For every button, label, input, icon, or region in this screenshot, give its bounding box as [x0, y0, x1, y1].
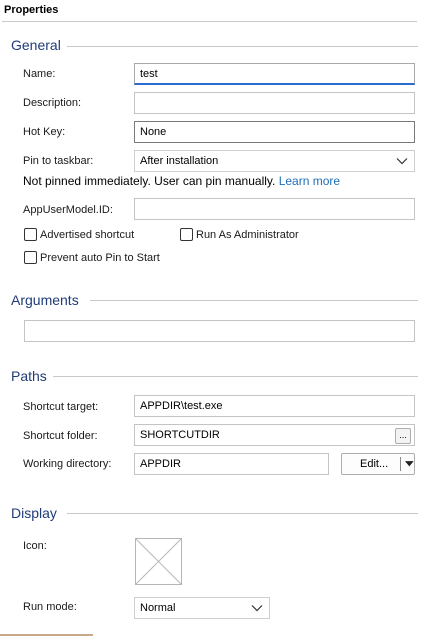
- pin-info-text: Not pinned immediately. User can pin man…: [23, 174, 340, 188]
- shortcut-folder-field[interactable]: SHORTCUTDIR: [134, 424, 415, 446]
- panel-title-divider: [2, 21, 417, 22]
- icon-picker[interactable]: [135, 538, 182, 585]
- hotkey-label: Hot Key:: [23, 126, 66, 138]
- prevent-pin-box[interactable]: [24, 251, 37, 264]
- appusermodel-field[interactable]: [134, 198, 415, 220]
- run-mode-label: Run mode:: [23, 601, 77, 613]
- run-as-admin-box[interactable]: [180, 228, 193, 241]
- section-title-display: Display: [11, 505, 57, 521]
- edit-button-label: Edit...: [360, 458, 389, 470]
- chevron-down-icon: [396, 158, 408, 165]
- edit-button-separator: [400, 457, 402, 471]
- pin-taskbar-label: Pin to taskbar:: [23, 155, 94, 167]
- bottom-divider: [0, 634, 93, 636]
- chevron-down-icon: [251, 605, 263, 612]
- shortcut-target-label: Shortcut target:: [23, 401, 99, 413]
- section-divider-arguments: [90, 300, 418, 301]
- run-mode-value: Normal: [140, 602, 176, 614]
- section-title-paths: Paths: [11, 368, 47, 384]
- section-title-arguments: Arguments: [11, 292, 79, 308]
- empty-image-icon: [135, 538, 182, 585]
- run-mode-dropdown[interactable]: Normal: [134, 597, 270, 619]
- name-label: Name:: [23, 68, 56, 80]
- pin-taskbar-dropdown[interactable]: After installation: [134, 150, 415, 172]
- caret-down-icon[interactable]: [405, 461, 415, 467]
- section-title-general: General: [11, 37, 61, 53]
- edit-dropdown-button[interactable]: Edit...: [341, 453, 415, 475]
- working-directory-field[interactable]: APPDIR: [134, 453, 329, 475]
- icon-label: Icon:: [23, 540, 47, 552]
- arguments-field[interactable]: [24, 320, 415, 342]
- appusermodel-label: AppUserModel.ID:: [23, 204, 113, 216]
- shortcut-folder-value: SHORTCUTDIR: [140, 429, 220, 441]
- run-as-admin-label: Run As Administrator: [196, 228, 299, 241]
- shortcut-folder-label: Shortcut folder:: [23, 430, 98, 442]
- panel-title: Properties: [4, 4, 59, 16]
- prevent-pin-label: Prevent auto Pin to Start: [40, 251, 160, 264]
- working-directory-label: Working directory:: [23, 458, 112, 470]
- pin-taskbar-value: After installation: [140, 155, 219, 167]
- run-as-admin-checkbox[interactable]: Run As Administrator: [180, 228, 299, 241]
- section-divider-paths: [53, 376, 418, 377]
- advertised-shortcut-label: Advertised shortcut: [40, 228, 135, 241]
- description-field[interactable]: [134, 92, 415, 114]
- description-label: Description:: [23, 97, 82, 109]
- pin-info-message: Not pinned immediately. User can pin man…: [23, 174, 276, 188]
- shortcut-target-field[interactable]: APPDIR\test.exe: [134, 395, 415, 417]
- learn-more-link[interactable]: Learn more: [279, 174, 340, 188]
- browse-folder-button[interactable]: ...: [395, 428, 411, 444]
- name-field[interactable]: test: [134, 63, 415, 85]
- advertised-shortcut-checkbox[interactable]: Advertised shortcut: [24, 228, 134, 241]
- prevent-pin-checkbox[interactable]: Prevent auto Pin to Start: [24, 251, 160, 264]
- advertised-shortcut-box[interactable]: [24, 228, 37, 241]
- hotkey-field[interactable]: None: [134, 121, 415, 143]
- section-divider-display: [67, 513, 418, 514]
- section-divider-general: [67, 46, 418, 47]
